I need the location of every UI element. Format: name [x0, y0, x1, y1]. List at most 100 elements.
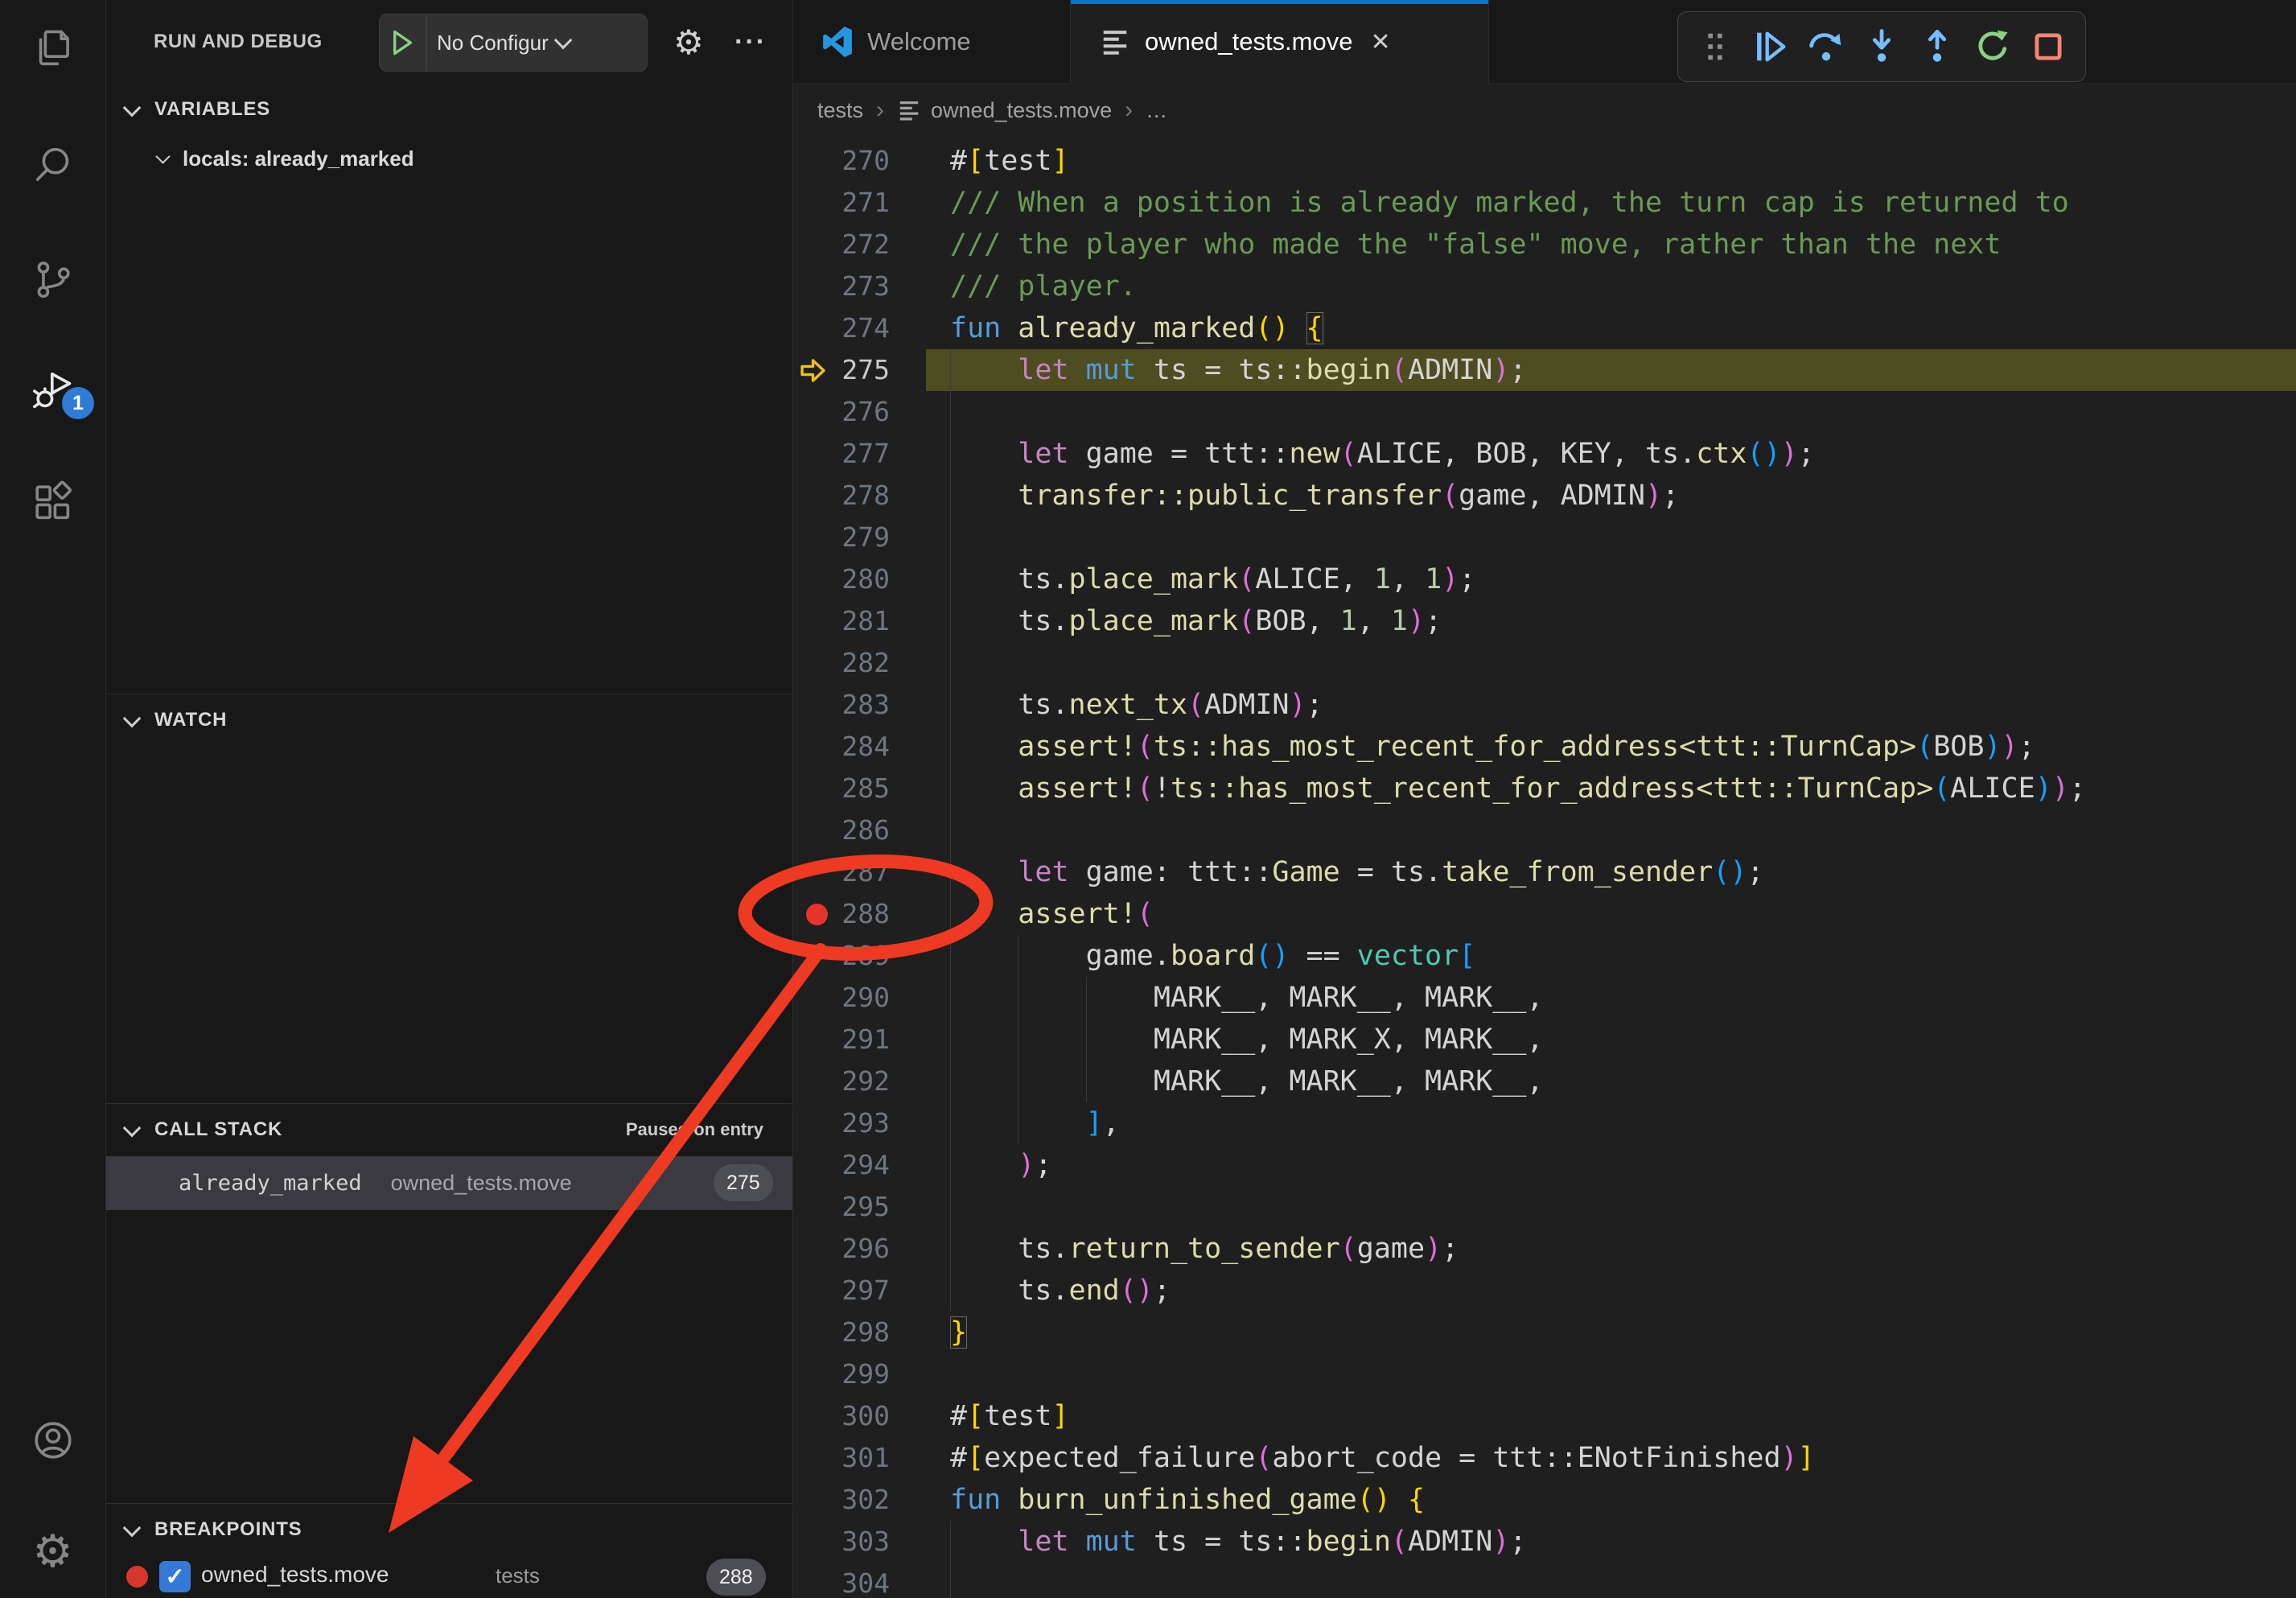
code-text[interactable]: let mut ts = ts::begin(ADMIN);	[950, 1521, 1526, 1563]
code-line-279[interactable]: 279	[793, 517, 2296, 558]
code-text[interactable]: MARK__, MARK_X, MARK__,	[950, 1019, 1544, 1061]
tab-owned-tests-move[interactable]: owned_tests.move ✕	[1071, 0, 1489, 84]
watch-section-header[interactable]: WATCH	[106, 694, 792, 746]
call-stack-frame[interactable]: already_marked owned_tests.move 275	[106, 1156, 792, 1210]
code-text[interactable]: /// When a position is already marked, t…	[950, 182, 2069, 224]
extensions-icon[interactable]	[0, 463, 105, 543]
code-text[interactable]: assert!(!ts::has_most_recent_for_address…	[950, 768, 2086, 809]
code-text[interactable]: let game: ttt::Game = ts.take_from_sende…	[950, 851, 1764, 893]
breadcrumb-file[interactable]: owned_tests.move	[931, 98, 1112, 123]
breadcrumb-symbol[interactable]: …	[1146, 98, 1167, 123]
breadcrumb-folder[interactable]: tests	[817, 98, 863, 123]
code-text[interactable]: #[test]	[950, 140, 1069, 182]
code-line-282[interactable]: 282	[793, 642, 2296, 684]
explorer-icon[interactable]	[0, 8, 105, 89]
code-text[interactable]: /// player.	[950, 266, 1137, 307]
line-number[interactable]: 291	[793, 1019, 890, 1061]
launch-configuration-dropdown[interactable]: No Configur	[379, 14, 648, 72]
code-line-301[interactable]: 301#[expected_failure(abort_code = ttt::…	[793, 1437, 2296, 1479]
line-number[interactable]: 274	[793, 307, 890, 349]
views-more-icon[interactable]: ···	[722, 0, 779, 84]
code-line-278[interactable]: 278 transfer::public_transfer(game, ADMI…	[793, 475, 2296, 517]
code-text[interactable]: ts.end();	[950, 1270, 1171, 1312]
close-tab-icon[interactable]: ✕	[1370, 28, 1390, 56]
code-line-273[interactable]: 273 /// player.	[793, 266, 2296, 307]
search-icon[interactable]	[0, 125, 105, 205]
code-line-294[interactable]: 294 );	[793, 1144, 2296, 1186]
code-line-284[interactable]: 284 assert!(ts::has_most_recent_for_addr…	[793, 726, 2296, 768]
line-number[interactable]: 284	[793, 726, 890, 768]
continue-button[interactable]	[1745, 18, 1796, 76]
code-text[interactable]: MARK__, MARK__, MARK__,	[950, 977, 1544, 1019]
settings-gear-icon[interactable]: ⚙	[0, 1511, 105, 1592]
code-line-295[interactable]: 295	[793, 1186, 2296, 1228]
code-text[interactable]: fun already_marked() {	[950, 307, 1323, 349]
line-number[interactable]: 271	[793, 182, 890, 224]
call-stack-section-header[interactable]: CALL STACK Paused on entry	[106, 1103, 792, 1155]
breakpoint-checkbox[interactable]: ✓	[159, 1561, 191, 1592]
breakpoints-section-header[interactable]: BREAKPOINTS	[106, 1503, 792, 1555]
line-number[interactable]: 272	[793, 224, 890, 266]
line-number[interactable]: 280	[793, 558, 890, 600]
line-number[interactable]: 276	[793, 391, 890, 433]
code-line-283[interactable]: 283 ts.next_tx(ADMIN);	[793, 684, 2296, 726]
code-line-280[interactable]: 280 ts.place_mark(ALICE, 1, 1);	[793, 558, 2296, 600]
code-line-304[interactable]: 304	[793, 1563, 2296, 1598]
line-number[interactable]: 293	[793, 1102, 890, 1144]
tab-welcome[interactable]: Welcome	[793, 0, 1071, 84]
code-text[interactable]: assert!(	[950, 893, 1154, 935]
line-number[interactable]: 287	[793, 851, 890, 893]
line-number[interactable]: 286	[793, 809, 890, 851]
restart-button[interactable]	[1967, 18, 2018, 76]
code-line-296[interactable]: 296 ts.return_to_sender(game);	[793, 1228, 2296, 1270]
step-into-button[interactable]	[1856, 18, 1907, 76]
code-line-286[interactable]: 286	[793, 809, 2296, 851]
line-number[interactable]: 299	[793, 1353, 890, 1395]
line-number[interactable]: 292	[793, 1061, 890, 1102]
code-line-281[interactable]: 281 ts.place_mark(BOB, 1, 1);	[793, 600, 2296, 642]
code-line-275[interactable]: 275 let mut ts = ts::begin(ADMIN);	[793, 349, 2296, 391]
toolbar-gripper-icon[interactable]	[1689, 18, 1741, 76]
code-line-285[interactable]: 285 assert!(!ts::has_most_recent_for_add…	[793, 768, 2296, 809]
code-text[interactable]: ts.next_tx(ADMIN);	[950, 684, 1323, 726]
line-number[interactable]: 283	[793, 684, 890, 726]
line-number[interactable]: 273	[793, 266, 890, 307]
line-number[interactable]: 297	[793, 1270, 890, 1312]
account-icon[interactable]	[0, 1400, 105, 1481]
code-line-287[interactable]: 287 let game: ttt::Game = ts.take_from_s…	[793, 851, 2296, 893]
code-line-277[interactable]: 277 let game = ttt::new(ALICE, BOB, KEY,…	[793, 433, 2296, 475]
variables-section-header[interactable]: VARIABLES	[106, 84, 792, 135]
code-text[interactable]: );	[950, 1144, 1051, 1186]
code-text[interactable]: }	[950, 1312, 967, 1353]
code-text[interactable]: game.board() == vector[	[950, 935, 1475, 977]
code-text[interactable]: fun burn_unfinished_game() {	[950, 1479, 1425, 1521]
code-text[interactable]: let mut ts = ts::begin(ADMIN);	[950, 349, 1526, 391]
line-number[interactable]: 285	[793, 768, 890, 809]
line-number[interactable]: 302	[793, 1479, 890, 1521]
run-and-debug-icon[interactable]: 1	[0, 352, 105, 432]
code-line-274[interactable]: 274 fun already_marked() {	[793, 307, 2296, 349]
code-line-272[interactable]: 272/// the player who made the "false" m…	[793, 224, 2296, 266]
code-text[interactable]: assert!(ts::has_most_recent_for_address<…	[950, 726, 2035, 768]
line-number[interactable]: 294	[793, 1144, 890, 1186]
code-text[interactable]: transfer::public_transfer(game, ADMIN);	[950, 475, 1679, 517]
code-line-276[interactable]: 276	[793, 391, 2296, 433]
source-control-icon[interactable]	[0, 239, 105, 319]
start-debugging-icon[interactable]	[380, 14, 427, 71]
line-number[interactable]: 304	[793, 1563, 890, 1598]
line-number[interactable]: 298	[793, 1312, 890, 1353]
step-out-button[interactable]	[1911, 18, 1963, 76]
code-line-297[interactable]: 297 ts.end();	[793, 1270, 2296, 1312]
line-number[interactable]: 277	[793, 433, 890, 475]
code-text[interactable]: #[expected_failure(abort_code = ttt::ENo…	[950, 1437, 1815, 1479]
line-number[interactable]: 270	[793, 140, 890, 182]
line-number[interactable]: 289	[793, 935, 890, 977]
code-text[interactable]: ],	[950, 1102, 1120, 1144]
variables-scope-locals[interactable]: locals: already_marked	[106, 135, 792, 182]
code-line-298[interactable]: 298}	[793, 1312, 2296, 1353]
step-over-button[interactable]	[1800, 18, 1852, 76]
code-line-299[interactable]: 299	[793, 1353, 2296, 1395]
line-number[interactable]: 281	[793, 600, 890, 642]
code-line-303[interactable]: 303 let mut ts = ts::begin(ADMIN);	[793, 1521, 2296, 1563]
line-number[interactable]: 300	[793, 1395, 890, 1437]
